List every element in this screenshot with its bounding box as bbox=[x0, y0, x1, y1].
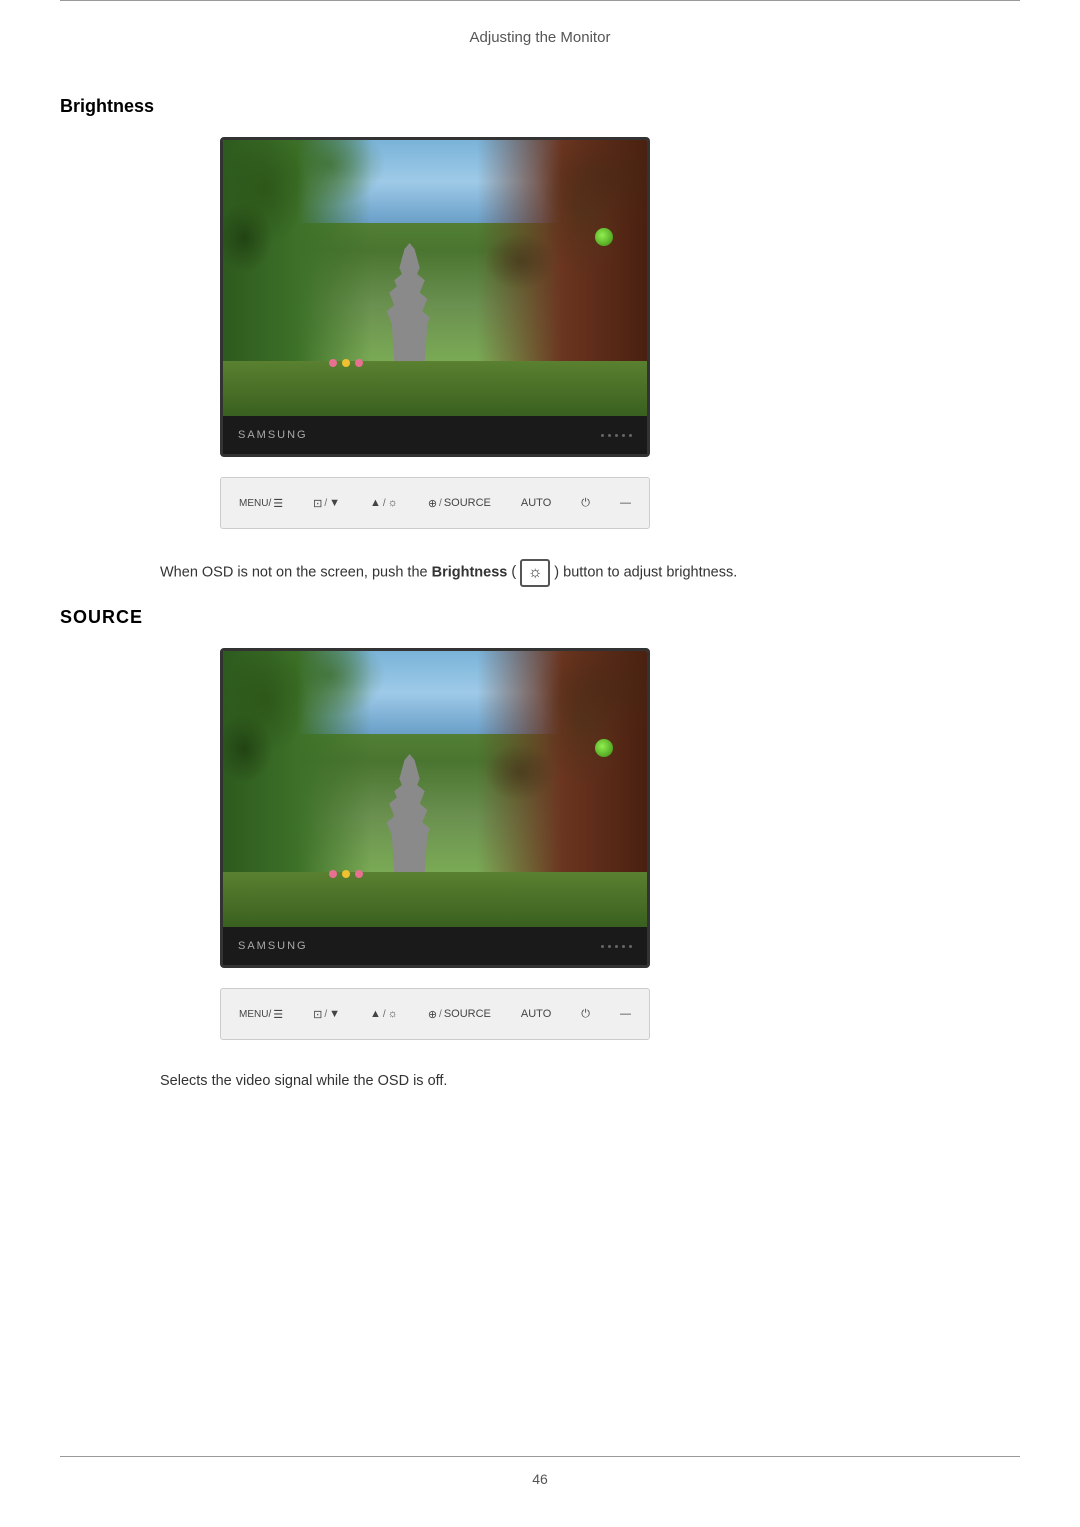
auto-control-2: AUTO bbox=[521, 1008, 551, 1020]
minus-icon-1: — bbox=[620, 497, 631, 509]
dot-7 bbox=[608, 945, 611, 948]
page-header: Adjusting the Monitor bbox=[60, 15, 1020, 66]
up-arrow-2: ▲ bbox=[370, 1008, 381, 1020]
dot-3 bbox=[615, 434, 618, 437]
minus-control-1: — bbox=[620, 497, 631, 509]
pagoda-2 bbox=[384, 748, 435, 872]
monitor-dots-1 bbox=[601, 434, 632, 437]
ch-control-2: ⊡ / ▼ bbox=[313, 1008, 340, 1021]
desc-after: ) button to adjust brightness. bbox=[554, 564, 737, 580]
desc-before: When OSD is not on the screen, push the bbox=[160, 564, 432, 580]
main-content: Brightness bbox=[0, 66, 1080, 1093]
down-arrow-2: ▼ bbox=[329, 1008, 340, 1020]
source-monitor-image: SAMSUNG bbox=[220, 648, 650, 968]
brightness-control: ▲ / ☼ bbox=[370, 497, 398, 509]
brightness-bold: Brightness bbox=[432, 564, 508, 580]
menu-control-2: MENU/ ☰ bbox=[239, 1008, 283, 1021]
dot-6 bbox=[601, 945, 604, 948]
monitor-bottom-bar-1: SAMSUNG bbox=[223, 416, 647, 454]
monitor-dots-2 bbox=[601, 945, 632, 948]
slash-5: / bbox=[383, 1009, 386, 1020]
flower-pink-1 bbox=[329, 359, 337, 367]
slash-2: / bbox=[383, 498, 386, 509]
dot-8 bbox=[615, 945, 618, 948]
power-icon-2: ⏻ bbox=[581, 1008, 590, 1021]
auto-control: AUTO bbox=[521, 497, 551, 509]
flower-pink-2 bbox=[355, 359, 363, 367]
flowers-2 bbox=[329, 870, 363, 878]
dot-2 bbox=[608, 434, 611, 437]
minus-icon-2: — bbox=[620, 1008, 631, 1020]
ground-2 bbox=[223, 872, 647, 927]
dot-4 bbox=[622, 434, 625, 437]
monitor-bottom-bar-2: SAMSUNG bbox=[223, 927, 647, 965]
dot-9 bbox=[622, 945, 625, 948]
source-icon-2: ⊕ bbox=[428, 1008, 437, 1021]
pagoda-1 bbox=[384, 237, 435, 361]
minus-control-2: — bbox=[620, 1008, 631, 1020]
slash-4: / bbox=[324, 1009, 327, 1020]
brightness-inline-icon: ( ☼ bbox=[511, 559, 550, 587]
brightness-sun-2: ☼ bbox=[388, 1008, 398, 1020]
power-icon-1: ⏻ bbox=[581, 497, 590, 510]
ground-1 bbox=[223, 361, 647, 416]
flower-pink-3 bbox=[329, 870, 337, 878]
brightness-button-icon: ☼ bbox=[520, 559, 550, 587]
source-control-2: ⊕ / SOURCE bbox=[428, 1008, 491, 1021]
control-bar-1: MENU/ ☰ ⊡ / ▼ ▲ / ☼ ⊕ / SOURCE bbox=[220, 477, 650, 529]
dot-10 bbox=[629, 945, 632, 948]
monitor-screen-1 bbox=[223, 140, 647, 416]
ch-control: ⊡ / ▼ bbox=[313, 497, 340, 510]
source-section: SOURCE SAM bbox=[60, 607, 1020, 1093]
flower-pink-4 bbox=[355, 870, 363, 878]
dot-1 bbox=[601, 434, 604, 437]
auto-label-2: AUTO bbox=[521, 1008, 551, 1020]
power-control-1: ⏻ bbox=[581, 497, 590, 510]
menu-control: MENU/ ☰ bbox=[239, 497, 283, 510]
source-icon: ⊕ bbox=[428, 497, 437, 510]
brightness-sun: ☼ bbox=[388, 497, 398, 509]
source-heading: SOURCE bbox=[60, 607, 1020, 628]
samsung-logo-1: SAMSUNG bbox=[238, 429, 308, 441]
page-footer: 46 bbox=[60, 1456, 1020, 1487]
header-border: Adjusting the Monitor bbox=[60, 0, 1020, 66]
up-arrow: ▲ bbox=[370, 497, 381, 509]
source-control: ⊕ / SOURCE bbox=[428, 497, 491, 510]
brightness-heading: Brightness bbox=[60, 96, 1020, 117]
menu-icon-2: ☰ bbox=[273, 1008, 283, 1021]
page-title: Adjusting the Monitor bbox=[470, 29, 611, 46]
brightness-description: When OSD is not on the screen, push the … bbox=[160, 559, 1020, 587]
slash-6: / bbox=[439, 1009, 442, 1020]
page: Adjusting the Monitor Brightness bbox=[0, 0, 1080, 1527]
menu-label: MENU/ bbox=[239, 498, 271, 509]
samsung-logo-2: SAMSUNG bbox=[238, 940, 308, 952]
monitor-screen-2 bbox=[223, 651, 647, 927]
down-arrow: ▼ bbox=[329, 497, 340, 509]
brightness-section: Brightness bbox=[60, 96, 1020, 587]
auto-label: AUTO bbox=[521, 497, 551, 509]
page-number: 46 bbox=[532, 1471, 548, 1487]
brightness-monitor-image: SAMSUNG bbox=[220, 137, 650, 457]
slash-1: / bbox=[324, 498, 327, 509]
menu-label-2: MENU/ bbox=[239, 1009, 271, 1020]
source-label-2: SOURCE bbox=[444, 1008, 491, 1020]
source-label: SOURCE bbox=[444, 497, 491, 509]
slash-3: / bbox=[439, 498, 442, 509]
paren-open: ( bbox=[511, 561, 516, 584]
source-description: Selects the video signal while the OSD i… bbox=[160, 1070, 1020, 1093]
power-control-2: ⏻ bbox=[581, 1008, 590, 1021]
flower-yellow-1 bbox=[342, 359, 350, 367]
ch-icon: ⊡ bbox=[313, 497, 322, 510]
dot-5 bbox=[629, 434, 632, 437]
flowers-1 bbox=[329, 359, 363, 367]
control-bar-2: MENU/ ☰ ⊡ / ▼ ▲ / ☼ ⊕ / SOURCE bbox=[220, 988, 650, 1040]
menu-icon: ☰ bbox=[273, 497, 283, 510]
ch-icon-2: ⊡ bbox=[313, 1008, 322, 1021]
brightness-control-2: ▲ / ☼ bbox=[370, 1008, 398, 1020]
flower-yellow-2 bbox=[342, 870, 350, 878]
